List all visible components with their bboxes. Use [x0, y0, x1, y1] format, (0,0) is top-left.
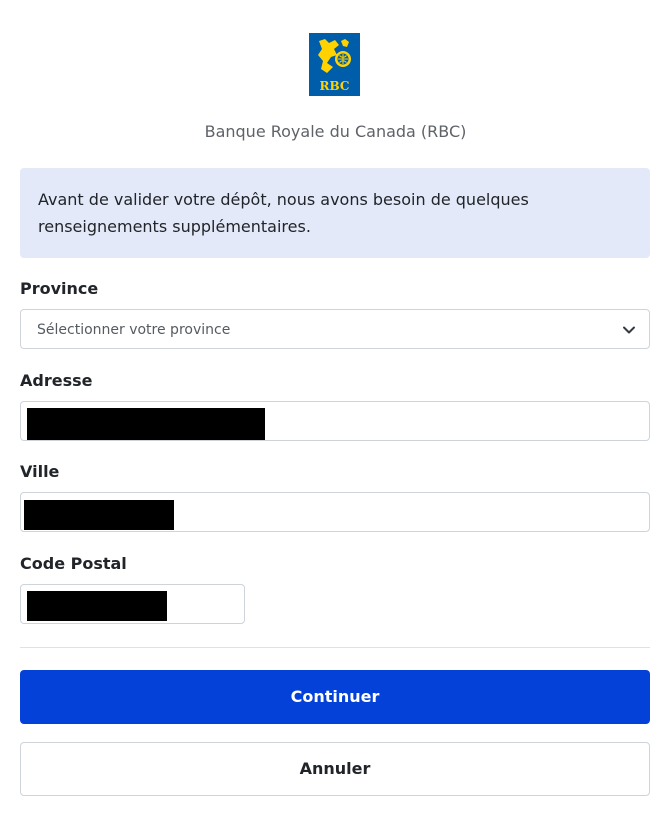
province-select[interactable]: Sélectionner votre province: [20, 309, 650, 349]
postal-code-input[interactable]: [20, 584, 245, 624]
address-label: Adresse: [20, 371, 93, 390]
address-input[interactable]: [20, 401, 650, 441]
cancel-button[interactable]: Annuler: [20, 742, 650, 796]
province-label: Province: [20, 279, 99, 298]
redacted-block: [24, 500, 174, 530]
postal-code-label: Code Postal: [20, 554, 127, 573]
continue-button[interactable]: Continuer: [20, 670, 650, 724]
chevron-down-icon: [623, 326, 635, 334]
rbc-logo-icon: RBC: [309, 33, 360, 96]
city-input[interactable]: [20, 492, 650, 532]
bank-name: Banque Royale du Canada (RBC): [204, 122, 467, 141]
info-notice: Avant de valider votre dépôt, nous avons…: [20, 168, 650, 258]
svg-text:RBC: RBC: [320, 79, 350, 93]
redacted-block: [27, 591, 167, 621]
divider: [20, 647, 650, 648]
redacted-block: [27, 408, 265, 440]
province-select-value: Sélectionner votre province: [37, 322, 231, 338]
city-label: Ville: [20, 462, 60, 481]
